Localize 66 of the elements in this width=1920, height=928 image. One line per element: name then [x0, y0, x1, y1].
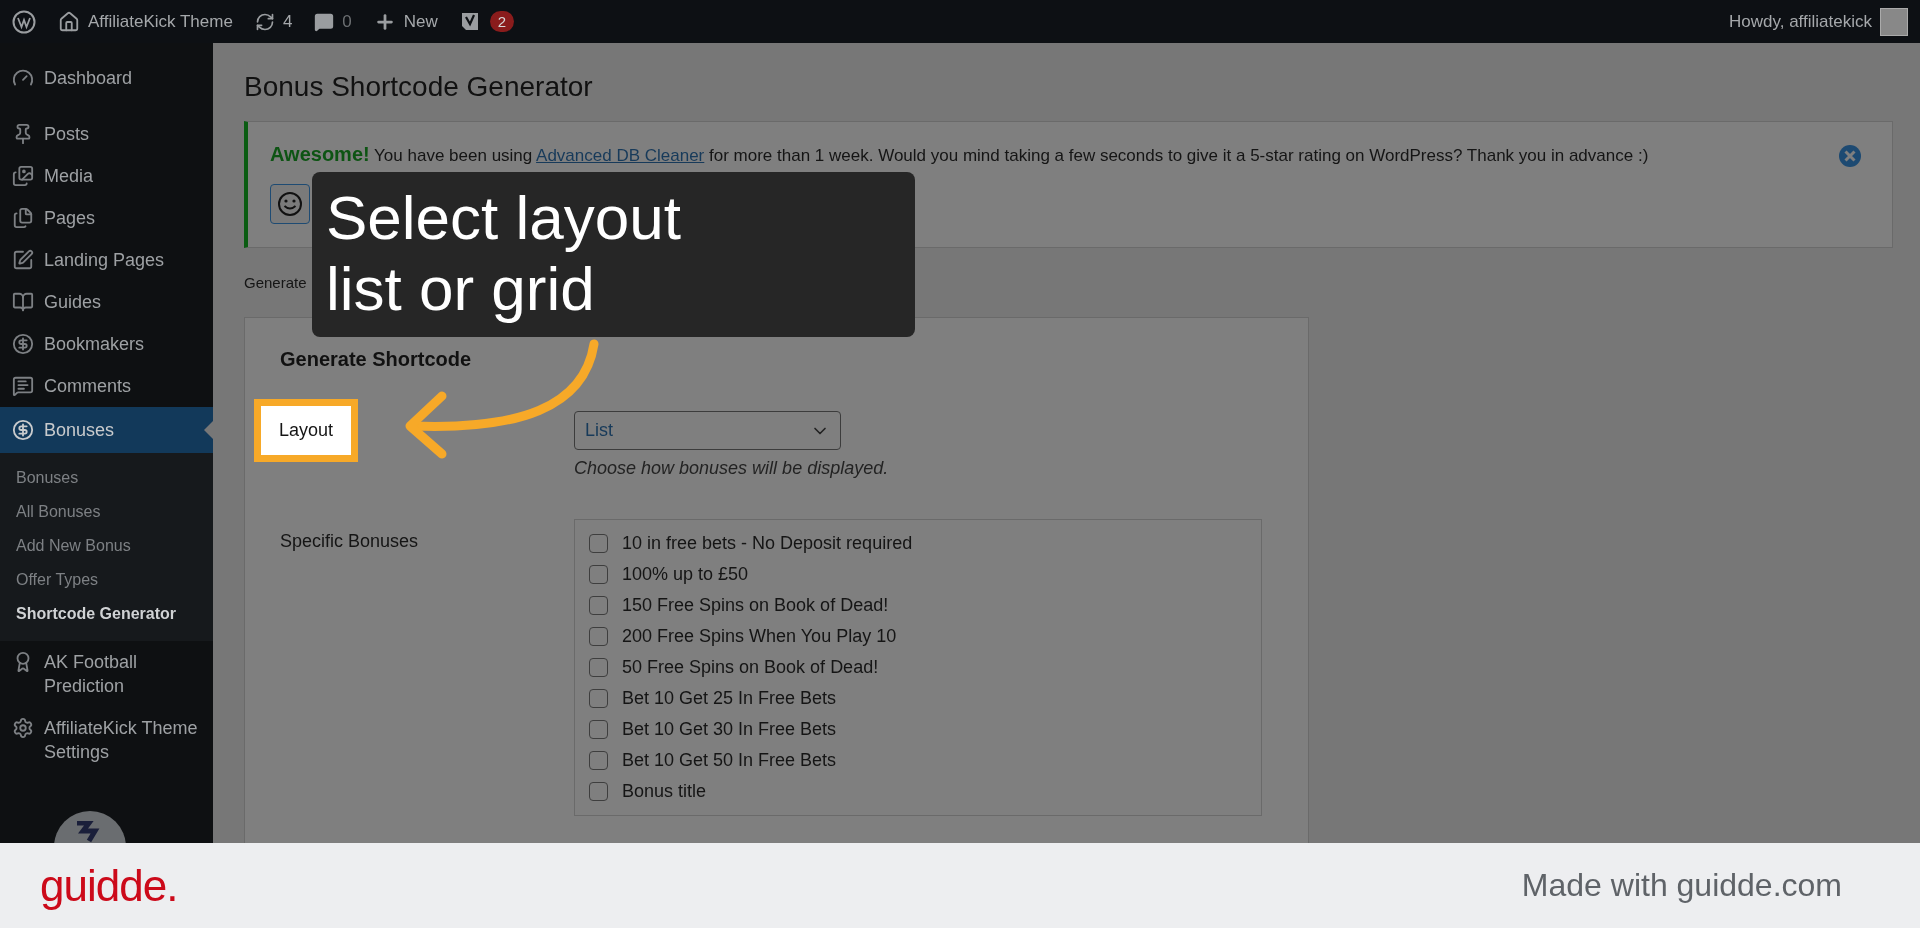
- submenu-item[interactable]: Bonuses: [0, 461, 213, 495]
- checkbox[interactable]: [589, 534, 608, 553]
- site-name-link[interactable]: AffiliateKick Theme: [88, 11, 233, 32]
- submenu-item[interactable]: Add New Bonus: [0, 529, 213, 563]
- wordpress-logo-icon[interactable]: [12, 9, 36, 34]
- submenu-item[interactable]: Offer Types: [0, 563, 213, 597]
- checkbox[interactable]: [589, 689, 608, 708]
- field-label: Layout: [254, 399, 359, 462]
- smiley-icon: [277, 191, 303, 217]
- section-title: Generate Shortcode: [280, 348, 473, 371]
- checkbox[interactable]: [589, 720, 608, 739]
- submenu-item[interactable]: Shortcode Generator: [0, 597, 213, 631]
- credit-text: Made with guidde.com: [1521, 867, 1842, 904]
- sidebar-item[interactable]: AffiliateKick Theme Settings: [0, 707, 213, 773]
- sidebar-item[interactable]: Posts: [0, 113, 213, 155]
- option-label[interactable]: Bet 10 Get 25 In Free Bets: [622, 687, 837, 710]
- sidebar-item[interactable]: AK Football Prediction: [0, 641, 213, 707]
- option-label[interactable]: Bonus title: [622, 780, 707, 803]
- comment-icon: [12, 375, 34, 397]
- checkbox[interactable]: [589, 751, 608, 770]
- callout-text: Select layout list or grid: [326, 182, 682, 325]
- field-label: Specific Bonuses: [280, 530, 420, 552]
- comment-icon[interactable]: [314, 11, 335, 32]
- settings-icon: [12, 717, 34, 739]
- edit-icon: [12, 249, 34, 271]
- option-label[interactable]: 200 Free Spins When You Play 10: [622, 625, 897, 648]
- option-label[interactable]: Bet 10 Get 50 In Free Bets: [622, 749, 837, 772]
- guidde-logo: guidde.: [40, 860, 178, 911]
- sidebar-item[interactable]: Bookmakers: [0, 323, 213, 365]
- submenu-item[interactable]: All Bonuses: [0, 495, 213, 529]
- checkbox[interactable]: [589, 596, 608, 615]
- option-label[interactable]: 100% up to £50: [622, 563, 749, 586]
- intro-text: Generate: [244, 274, 307, 291]
- option-label[interactable]: 10 in free bets - No Deposit required: [622, 532, 913, 555]
- option-label[interactable]: 50 Free Spins on Book of Dead!: [622, 656, 879, 679]
- close-icon[interactable]: [1838, 144, 1862, 168]
- sidebar-item[interactable]: Pages: [0, 197, 213, 239]
- sidebar-item[interactable]: Guides: [0, 281, 213, 323]
- dollar-icon: [12, 419, 34, 441]
- sidebar-item[interactable]: Bonuses: [0, 407, 213, 453]
- option-label[interactable]: Bet 10 Get 30 In Free Bets: [622, 718, 837, 741]
- checkbox[interactable]: [589, 658, 608, 677]
- checkbox[interactable]: [589, 782, 608, 801]
- comments-count[interactable]: 0: [342, 11, 352, 32]
- home-icon[interactable]: [58, 10, 80, 33]
- checkbox[interactable]: [589, 565, 608, 584]
- pages-icon: [12, 207, 34, 229]
- sidebar-item[interactable]: Comments: [0, 365, 213, 407]
- book-icon: [12, 291, 34, 313]
- images-icon: [12, 165, 34, 187]
- avatar-icon[interactable]: [1880, 7, 1908, 36]
- refresh-icon[interactable]: [254, 11, 275, 32]
- checkbox[interactable]: [589, 627, 608, 646]
- updates-count[interactable]: 4: [282, 11, 293, 32]
- greeting-link[interactable]: Howdy, affiliatekick: [1729, 11, 1872, 32]
- option-label[interactable]: 150 Free Spins on Book of Dead!: [622, 594, 889, 617]
- sidebar-item[interactable]: Media: [0, 155, 213, 197]
- dollar-icon: [12, 333, 34, 355]
- notice-message: Awesome! You have been using Advanced DB Cleaner for more than 1 week. Would you mind taking a few seconds to give it a 5-star rating on WordPress? Thank you in advance :): [270, 142, 1650, 167]
- new-link[interactable]: New: [403, 11, 438, 32]
- notification-badge: 2: [489, 11, 515, 32]
- sidebar-item[interactable]: Dashboard: [0, 57, 213, 99]
- field-description: Choose how bonuses will be displayed.: [574, 458, 890, 479]
- sidebar-item[interactable]: Landing Pages: [0, 239, 213, 281]
- rate-button[interactable]: [270, 184, 310, 224]
- page-title: Bonus Shortcode Generator: [244, 71, 594, 103]
